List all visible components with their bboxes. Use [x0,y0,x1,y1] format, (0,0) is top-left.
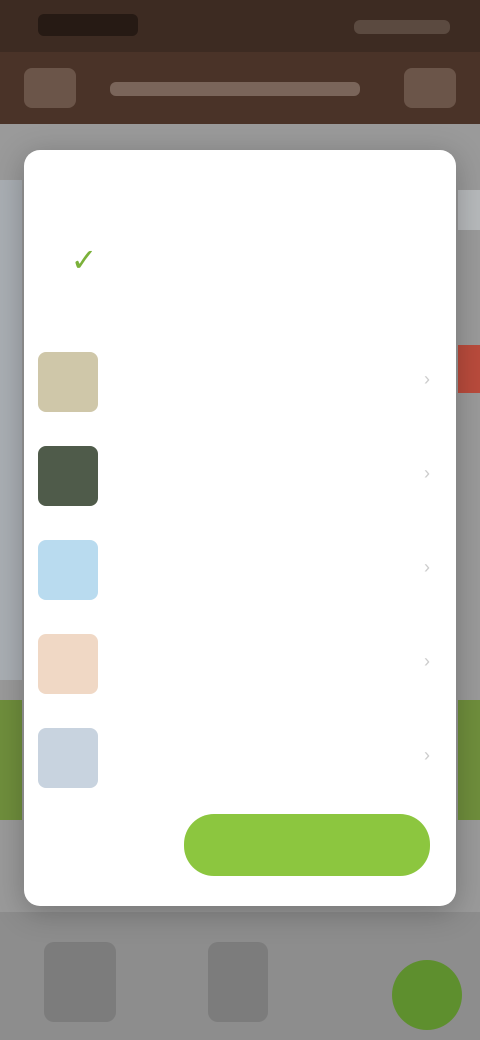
chevron-right-icon: › [424,463,430,483]
list-item[interactable]: › [34,528,446,622]
app-thumbnail [38,634,98,694]
list-item[interactable]: › [34,434,446,528]
bottom-nav-item-2[interactable] [208,942,268,1022]
info-row: ✓ [48,230,438,310]
background-strip-left [0,700,22,820]
menu-icon[interactable] [24,68,76,108]
status-time [38,14,138,36]
check-icon: ✓ [70,242,98,278]
cancel-button[interactable] [104,822,184,862]
dialog: ✓ › › › › › [24,150,456,906]
fab-button[interactable] [392,960,462,1030]
app-thumbnail [38,352,98,412]
background-panel-left [0,180,22,680]
background-panel-right [458,190,480,230]
background-strip-right [458,700,480,820]
app-bar-title [110,82,360,96]
primary-button[interactable] [184,814,430,876]
bottom-nav-item-1[interactable] [44,942,116,1022]
app-thumbnail [38,446,98,506]
background-badge [458,345,480,393]
app-list: › › › › › [34,340,446,810]
app-thumbnail [38,728,98,788]
chevron-right-icon: › [424,651,430,671]
app-bar [0,52,480,124]
status-bar [0,0,480,52]
list-item[interactable]: › [34,622,446,716]
list-item[interactable]: › [34,716,446,810]
chevron-right-icon: › [424,369,430,389]
more-icon[interactable] [404,68,456,108]
chevron-right-icon: › [424,557,430,577]
status-icons [354,20,450,34]
chevron-right-icon: › [424,745,430,765]
list-item[interactable]: › [34,340,446,434]
app-thumbnail [38,540,98,600]
